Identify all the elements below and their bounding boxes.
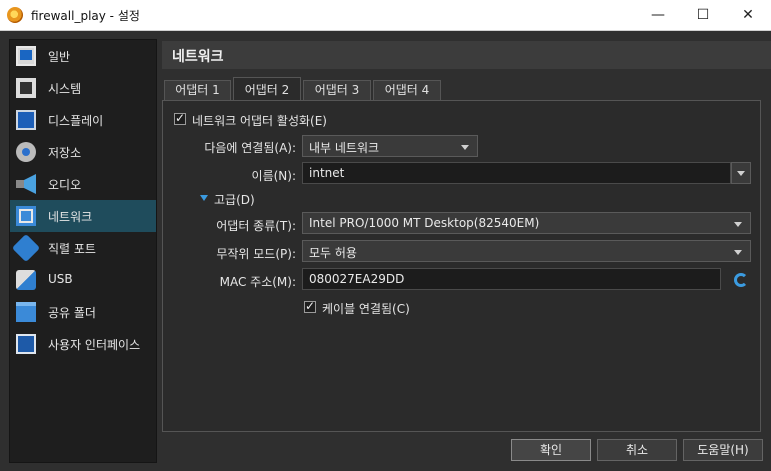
chevron-down-icon [734, 250, 742, 255]
sidebar-item-serial-ports[interactable]: 직렬 포트 [10, 232, 156, 264]
cancel-button[interactable]: 취소 [597, 439, 677, 461]
promiscuous-mode-value: 모두 허용 [309, 246, 357, 260]
tab-adapter-2[interactable]: 어댑터 2 [233, 77, 301, 101]
checkmark-icon: ✓ [305, 299, 316, 313]
attached-to-label: 다음에 연결됨(A): [204, 141, 296, 155]
virtualbox-app-icon [7, 7, 23, 23]
tab-adapter-4[interactable]: 어댑터 4 [373, 80, 441, 100]
promiscuous-mode-label: 무작위 모드(P): [216, 247, 296, 261]
system-chip-icon [16, 78, 36, 98]
chevron-down-icon [461, 145, 469, 150]
adapter-type-dropdown[interactable]: Intel PRO/1000 MT Desktop(82540EM) [302, 212, 751, 234]
page-title: 네트워크 [172, 49, 224, 65]
sidebar-item-label: 직렬 포트 [48, 242, 96, 256]
audio-speaker-icon [16, 174, 36, 194]
section-header: 네트워크 [162, 41, 771, 69]
close-button[interactable]: ✕ [725, 0, 771, 30]
usb-icon [16, 270, 36, 290]
sidebar-item-storage[interactable]: 저장소 [10, 136, 156, 168]
sidebar-item-label: 공유 폴더 [48, 306, 96, 320]
storage-disk-icon [16, 142, 36, 162]
attached-to-value: 내부 네트워크 [309, 141, 380, 155]
cable-connected-checkbox[interactable]: ✓ [304, 299, 316, 313]
maximize-button[interactable]: ☐ [680, 0, 726, 30]
general-monitor-icon [16, 46, 36, 66]
sidebar-item-usb[interactable]: USB [10, 264, 156, 296]
enable-adapter-label: 네트워크 어댑터 활성화(E) [192, 114, 327, 128]
serial-port-icon [11, 233, 41, 263]
help-button[interactable]: 도움말(H) [683, 439, 763, 461]
chevron-down-icon [734, 222, 742, 227]
name-label: 이름(N): [251, 169, 296, 183]
mac-address-label: MAC 주소(M): [219, 275, 296, 289]
settings-sidebar: 일반 시스템 디스플레이 저장소 오디오 네트워크 직렬 포트 USB 공유 폴… [9, 39, 157, 463]
cable-connected-label: 케이블 연결됨(C) [322, 302, 410, 316]
sidebar-item-label: 네트워크 [48, 210, 93, 224]
mac-address-input[interactable]: 080027EA29DD [302, 268, 721, 290]
sidebar-item-shared-folders[interactable]: 공유 폴더 [10, 296, 156, 328]
sidebar-item-label: 시스템 [48, 82, 82, 96]
attached-to-dropdown[interactable]: 내부 네트워크 [302, 135, 478, 157]
sidebar-item-label: USB [48, 272, 73, 286]
network-name-value: intnet [309, 166, 345, 180]
sidebar-item-general[interactable]: 일반 [10, 40, 156, 72]
sidebar-item-display[interactable]: 디스플레이 [10, 104, 156, 136]
enable-adapter-checkbox[interactable]: ✓ [174, 111, 186, 125]
adapter-type-value: Intel PRO/1000 MT Desktop(82540EM) [309, 216, 540, 230]
tab-adapter-3[interactable]: 어댑터 3 [303, 80, 371, 100]
sidebar-item-network[interactable]: 네트워크 [10, 200, 156, 232]
sidebar-item-label: 디스플레이 [48, 114, 104, 128]
adapter-type-label: 어댑터 종류(T): [216, 219, 296, 233]
sidebar-item-label: 일반 [48, 50, 71, 64]
mac-address-value: 080027EA29DD [309, 272, 405, 286]
minimize-button[interactable]: — [635, 0, 681, 30]
title-bar: firewall_play - 설정 — ☐ ✕ [0, 0, 771, 31]
tab-adapter-1[interactable]: 어댑터 1 [164, 80, 231, 100]
sidebar-item-label: 저장소 [48, 146, 82, 160]
network-icon [16, 206, 36, 226]
display-icon [16, 110, 36, 130]
expand-triangle-icon[interactable] [200, 195, 208, 201]
network-name-input[interactable]: intnet [302, 162, 731, 184]
sidebar-item-label: 오디오 [48, 178, 82, 192]
window-title: firewall_play - 설정 [31, 9, 140, 23]
ok-button[interactable]: 확인 [511, 439, 591, 461]
advanced-toggle[interactable]: 고급(D) [214, 191, 255, 208]
sidebar-item-audio[interactable]: 오디오 [10, 168, 156, 200]
shared-folder-icon [16, 302, 36, 322]
sidebar-item-user-interface[interactable]: 사용자 인터페이스 [10, 328, 156, 360]
sidebar-item-label: 사용자 인터페이스 [48, 338, 141, 352]
checkmark-icon: ✓ [175, 111, 186, 125]
promiscuous-mode-dropdown[interactable]: 모두 허용 [302, 240, 751, 262]
network-name-dropdown-button[interactable] [731, 162, 751, 184]
user-interface-icon [16, 334, 36, 354]
sidebar-item-system[interactable]: 시스템 [10, 72, 156, 104]
refresh-mac-icon[interactable] [734, 273, 748, 287]
